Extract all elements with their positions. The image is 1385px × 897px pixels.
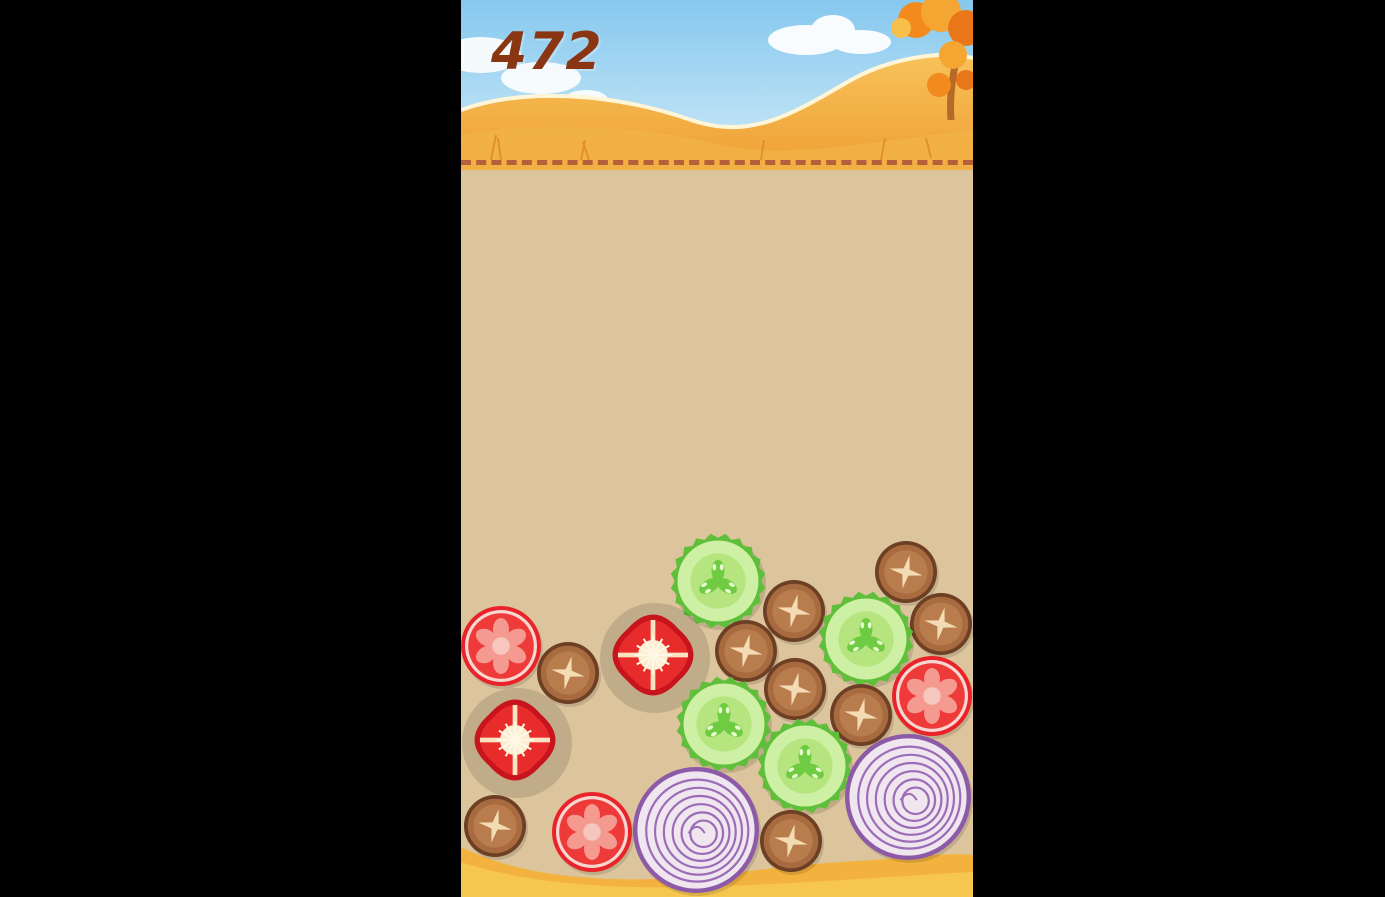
tomato-slice-icon — [892, 656, 973, 739]
bell-pepper-slice-icon — [462, 688, 572, 798]
cucumber-slice-icon — [676, 676, 772, 773]
tomato-slice-icon — [461, 606, 543, 689]
mushroom-slice-icon — [464, 795, 528, 860]
game-board[interactable]: 472 — [461, 0, 973, 897]
tomato-slice-icon — [552, 792, 634, 875]
mushroom-slice-icon — [910, 593, 973, 658]
red-onion-slice-icon — [633, 767, 761, 896]
mushroom-slice-icon — [764, 658, 828, 723]
mushroom-slice-icon — [760, 810, 824, 875]
pieces-layer — [461, 533, 973, 896]
cucumber-slice-icon — [757, 718, 853, 815]
red-onion-slice-icon — [845, 734, 973, 863]
